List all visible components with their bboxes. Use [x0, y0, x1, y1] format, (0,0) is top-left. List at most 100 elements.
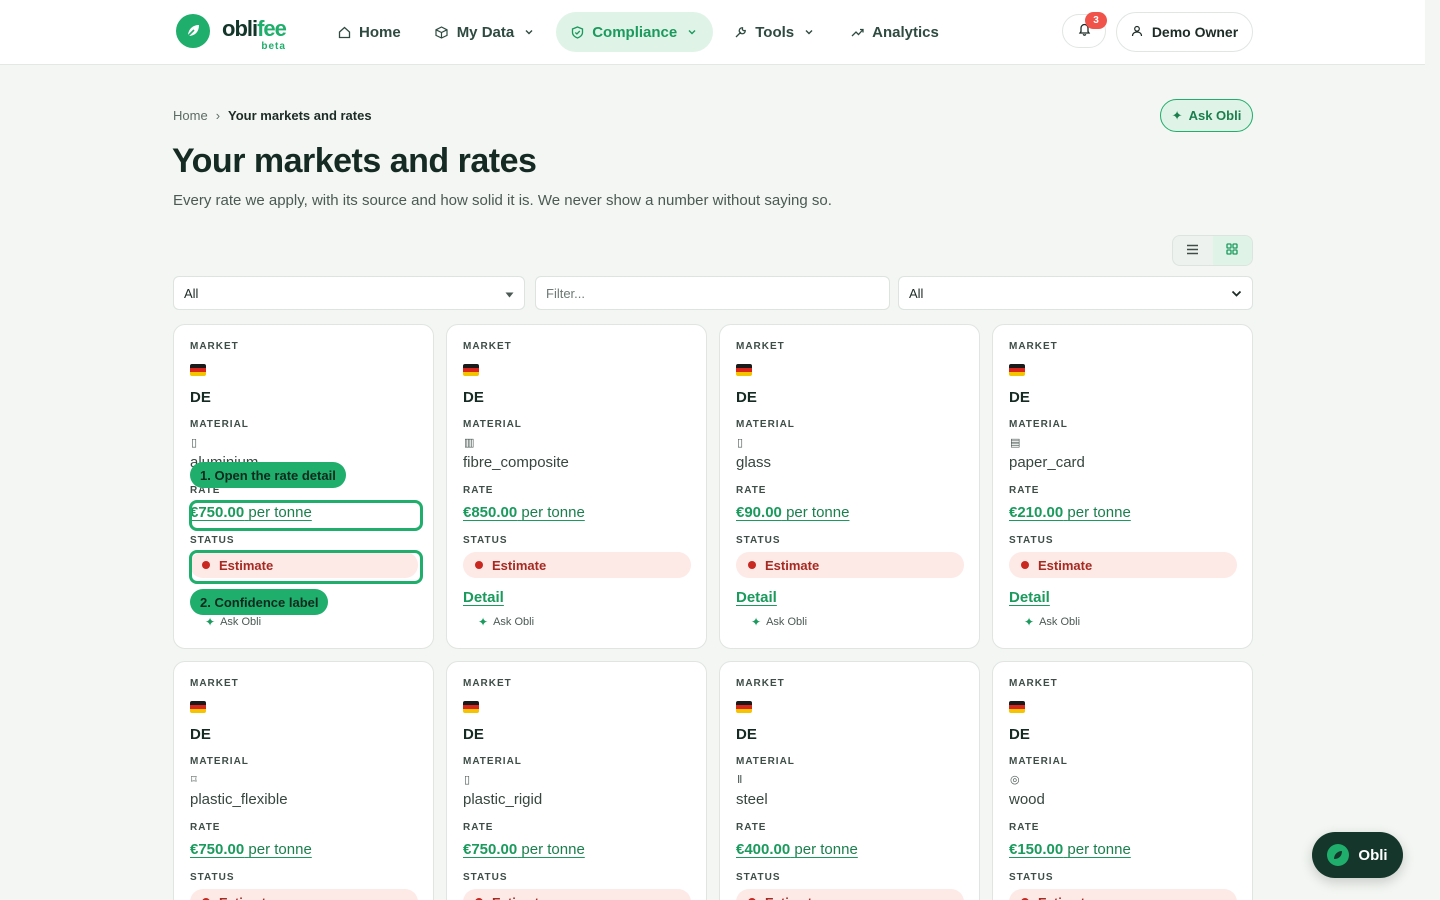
rate-label: RATE: [736, 485, 767, 496]
rate-unit: per tonne: [794, 841, 858, 858]
rate-link[interactable]: €750.00 per tonne: [463, 841, 585, 858]
grid-view-button[interactable]: [1212, 236, 1252, 265]
chevron-down-icon: [1231, 286, 1242, 301]
material-icon: ⌑: [191, 774, 197, 786]
rate-link[interactable]: €850.00 per tonne: [463, 504, 585, 521]
rate-label: RATE: [463, 485, 494, 496]
nav-home-label: Home: [359, 23, 401, 41]
obli-chat-button[interactable]: Obli: [1312, 832, 1403, 878]
nav-compliance-label: Compliance: [592, 23, 678, 41]
status-label: STATUS: [736, 535, 781, 546]
nav-tools[interactable]: Tools: [719, 12, 830, 52]
market-code: DE: [736, 389, 757, 406]
status-badge: Estimate: [463, 889, 691, 900]
filter-input[interactable]: Filter...: [535, 276, 890, 310]
nav-analytics[interactable]: Analytics: [836, 12, 953, 52]
breadcrumb: Home › Your markets and rates: [173, 108, 372, 123]
logo-word-a: obli: [222, 16, 258, 41]
material-label: MATERIAL: [190, 419, 249, 430]
rate-unit: per tonne: [786, 504, 850, 521]
rate-link[interactable]: €400.00 per tonne: [736, 841, 858, 858]
logo[interactable]: oblifee beta: [176, 14, 287, 52]
ask-obli-link-label: Ask Obli: [766, 616, 808, 628]
status-select[interactable]: All: [898, 276, 1253, 310]
rate-link[interactable]: €90.00 per tonne: [736, 504, 849, 521]
market-label: MARKET: [463, 341, 512, 352]
material-icon: ▥: [464, 437, 475, 449]
flag-de-icon: [736, 701, 752, 713]
market-code: DE: [190, 726, 211, 743]
breadcrumb-current: Your markets and rates: [228, 108, 372, 123]
material-icon: ▯: [464, 774, 471, 786]
list-view-button[interactable]: [1173, 236, 1213, 265]
user-name: Demo Owner: [1151, 24, 1239, 40]
rate-link[interactable]: €750.00 per tonne: [190, 841, 312, 858]
market-label: MARKET: [736, 341, 785, 352]
market-code: DE: [463, 726, 484, 743]
rate-unit: per tonne: [521, 504, 585, 521]
status-text: Estimate: [492, 895, 546, 900]
ask-obli-label: Ask Obli: [1188, 108, 1242, 123]
status-dot-icon: [475, 561, 483, 569]
rate-link[interactable]: €210.00 per tonne: [1009, 504, 1131, 521]
market-code: DE: [463, 389, 484, 406]
nav-my-data[interactable]: My Data: [421, 12, 551, 52]
ask-obli-link[interactable]: ✦ Ask Obli: [1024, 615, 1080, 629]
material-label: MATERIAL: [463, 756, 522, 767]
status-badge: Estimate: [736, 552, 964, 578]
user-menu-button[interactable]: Demo Owner: [1116, 12, 1253, 52]
sparkle-icon: ✦: [478, 615, 489, 629]
market-select[interactable]: All: [173, 276, 525, 310]
material-icon: ▯: [191, 437, 198, 449]
breadcrumb-home[interactable]: Home: [173, 108, 208, 123]
market-code: DE: [190, 389, 211, 406]
nav-compliance[interactable]: Compliance: [556, 12, 714, 52]
rate-card: MARKET DE MATERIAL ◎ wood RATE €150.00 per ton…: [992, 661, 1253, 900]
nav-home[interactable]: Home: [323, 12, 415, 52]
detail-link[interactable]: Detail: [463, 589, 504, 606]
status-dot-icon: [1021, 561, 1029, 569]
status-badge: Estimate: [463, 552, 691, 578]
rate-link[interactable]: €150.00 per tonne: [1009, 841, 1131, 858]
rate-label: RATE: [463, 822, 494, 833]
notifications-button[interactable]: 3: [1062, 12, 1107, 48]
status-dot-icon: [748, 561, 756, 569]
material-label: MATERIAL: [463, 419, 522, 430]
material-icon: Ⅱ: [737, 774, 743, 786]
rate-label: RATE: [1009, 822, 1040, 833]
tutorial-step-2: 2. Confidence label: [190, 589, 329, 615]
material-icon: ▤: [1010, 437, 1021, 449]
rate-unit: per tonne: [1067, 504, 1131, 521]
shield-icon: [570, 25, 584, 39]
chevron-down-icon: [802, 25, 816, 39]
nav-analytics-label: Analytics: [872, 23, 939, 41]
flag-de-icon: [1009, 364, 1025, 376]
ask-obli-link[interactable]: ✦ Ask Obli: [478, 615, 534, 629]
rate-label: RATE: [1009, 485, 1040, 496]
leaf-icon: [1327, 844, 1350, 866]
status-text: Estimate: [1038, 557, 1093, 573]
material-name: plastic_rigid: [463, 791, 543, 808]
chevron-down-icon: [685, 25, 699, 39]
ask-obli-link[interactable]: ✦ Ask Obli: [751, 615, 807, 629]
status-badge: Estimate: [190, 889, 418, 900]
ask-obli-button[interactable]: ✦ Ask Obli: [1160, 99, 1253, 132]
ask-obli-link-label: Ask Obli: [493, 616, 535, 628]
rate-amount: €90.00: [736, 504, 782, 521]
material-label: MATERIAL: [190, 756, 249, 767]
detail-link[interactable]: Detail: [1009, 589, 1050, 606]
ask-obli-link[interactable]: ✦ Ask Obli: [205, 615, 261, 629]
sparkle-icon: ✦: [205, 615, 216, 629]
rate-unit: per tonne: [248, 841, 312, 858]
status-label: STATUS: [463, 872, 508, 883]
ask-obli-link-label: Ask Obli: [1039, 616, 1081, 628]
tutorial-step-1: 1. Open the rate detail: [190, 462, 346, 488]
market-code: DE: [1009, 726, 1030, 743]
detail-link[interactable]: Detail: [736, 589, 777, 606]
main-nav: Home My Data Compliance Tools Analytics: [323, 12, 953, 52]
rate-label: RATE: [190, 822, 221, 833]
list-icon: [1186, 242, 1199, 260]
status-text: Estimate: [765, 557, 820, 573]
home-icon: [337, 25, 351, 39]
user-icon: [1131, 24, 1143, 40]
